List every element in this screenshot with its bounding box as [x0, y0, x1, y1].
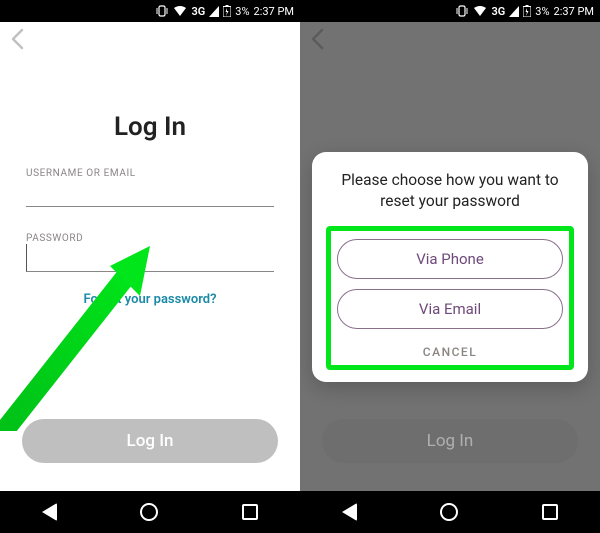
battery-pct: 3%: [235, 5, 249, 18]
status-bar: 3G 3% 2:37 PM: [0, 0, 300, 22]
annotation-highlight: Via Phone Via Email CANCEL: [326, 226, 574, 370]
network-label: 3G: [191, 5, 205, 18]
cancel-button[interactable]: CANCEL: [337, 339, 563, 361]
app-area: Log In USERNAME OR EMAIL PASSWORD Forgot…: [0, 22, 300, 491]
app-area: Log In Please choose how you want to res…: [300, 22, 600, 491]
password-input[interactable]: [26, 244, 274, 272]
android-nav-bar: [300, 491, 600, 533]
back-button: [310, 28, 324, 50]
via-phone-button[interactable]: Via Phone: [337, 239, 563, 279]
status-bar: 3G 3% 2:37 PM: [300, 0, 600, 22]
page-title: Log In: [26, 112, 274, 142]
wifi-icon: [173, 6, 187, 17]
nav-recents-icon[interactable]: [542, 504, 558, 520]
signal-icon: [209, 6, 219, 17]
phone-left: 3G 3% 2:37 PM Log In USERNAME OR EMAIL P…: [0, 0, 300, 533]
vibrate-icon: [455, 5, 469, 17]
clock: 2:37 PM: [554, 5, 594, 18]
reset-password-modal: Please choose how you want to reset your…: [312, 152, 588, 382]
via-email-button[interactable]: Via Email: [337, 289, 563, 329]
nav-recents-icon[interactable]: [242, 504, 258, 520]
android-nav-bar: [0, 491, 300, 533]
battery-icon: [223, 5, 231, 17]
battery-icon: [523, 5, 531, 17]
network-label: 3G: [491, 5, 505, 18]
back-button[interactable]: [10, 28, 24, 50]
forgot-password-link[interactable]: Forgot your password?: [26, 292, 274, 307]
username-input[interactable]: [26, 179, 274, 207]
username-label: USERNAME OR EMAIL: [26, 168, 274, 179]
modal-title: Please choose how you want to reset your…: [326, 170, 574, 212]
wifi-icon: [473, 6, 487, 17]
login-button[interactable]: Log In: [22, 419, 278, 463]
nav-back-icon[interactable]: [42, 503, 57, 521]
nav-home-icon[interactable]: [140, 503, 158, 521]
nav-back-icon[interactable]: [342, 503, 357, 521]
vibrate-icon: [155, 5, 169, 17]
password-label: PASSWORD: [26, 233, 274, 244]
login-button-dimmed: Log In: [322, 419, 578, 463]
nav-home-icon[interactable]: [440, 503, 458, 521]
signal-icon: [509, 6, 519, 17]
battery-pct: 3%: [535, 5, 549, 18]
clock: 2:37 PM: [254, 5, 294, 18]
phone-right: 3G 3% 2:37 PM Log In Please choose how y…: [300, 0, 600, 533]
